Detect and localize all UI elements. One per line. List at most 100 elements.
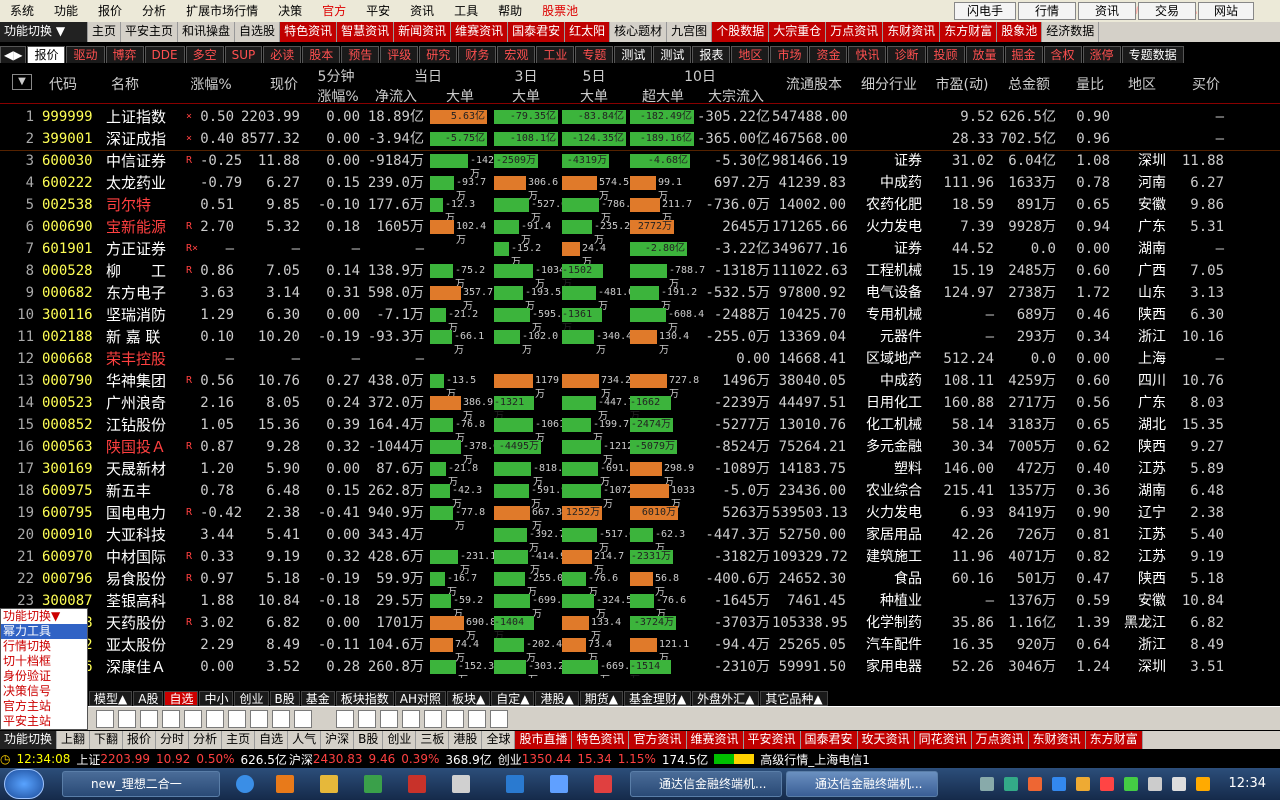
stock-code[interactable]: 600222 <box>42 172 102 194</box>
stock-name[interactable]: 上证指数 <box>106 106 176 128</box>
table-row[interactable]: 22 000796 易食股份 R 0.97 5.18 -0.19 59.9万 -16.7万 -25… <box>0 568 1280 598</box>
flash-trade-button[interactable]: 闪电手 <box>954 2 1016 20</box>
header-5min[interactable]: 5分钟 <box>310 66 362 86</box>
menu-item-6[interactable]: 官方 <box>312 0 356 22</box>
stock-code[interactable]: 999999 <box>42 106 102 128</box>
stock-code[interactable]: 399001 <box>42 128 102 150</box>
stock-name[interactable]: 柳 工 <box>106 260 176 282</box>
app-icon-6[interactable] <box>594 775 612 793</box>
bottom-toolbar-25[interactable]: 东方财富 <box>1085 731 1143 749</box>
stock-code[interactable]: 600030 <box>42 150 102 172</box>
tab-14[interactable]: 专题 <box>575 46 614 63</box>
bottom-toolbar-19[interactable]: 平安资讯 <box>743 731 801 749</box>
market-tab-6[interactable]: 基金 <box>300 690 335 706</box>
stock-code[interactable]: 000852 <box>42 414 102 436</box>
tray-icon-4[interactable] <box>1076 777 1090 791</box>
stock-code[interactable]: 600970 <box>42 546 102 568</box>
taskbar-item-tdx-2[interactable]: 通达信金融终端机... <box>786 771 938 797</box>
header-5day[interactable]: 5日 <box>562 66 626 86</box>
tray-icon-6[interactable] <box>1124 777 1138 791</box>
tab-26[interactable]: 含权 <box>1043 46 1082 63</box>
tab-28[interactable]: 专题数据 <box>1121 46 1184 63</box>
menu-item-9[interactable]: 工具 <box>444 0 488 22</box>
toolbar-link-17[interactable]: 股象池 <box>997 22 1043 42</box>
tab-20[interactable]: 资金 <box>809 46 848 63</box>
stock-name[interactable]: 中信证券 <box>106 150 176 172</box>
stock-code[interactable]: 000910 <box>42 524 102 546</box>
bottom-toolbar-10[interactable]: B股 <box>354 731 384 749</box>
taskbar-item-folder[interactable]: new_理想二合一 <box>62 771 220 797</box>
toolbar-link-14[interactable]: 万点资讯 <box>826 22 884 42</box>
toolbar-link-12[interactable]: 个股数据 <box>712 22 770 42</box>
system-clock[interactable]: 12:34 <box>1229 768 1266 800</box>
header-code[interactable]: 代码 <box>40 74 86 94</box>
stock-name[interactable]: 荃银高科 <box>106 590 176 612</box>
stock-name[interactable]: 天晟新材 <box>106 458 176 480</box>
start-button-icon[interactable] <box>4 769 44 799</box>
toolbar-icon-5[interactable] <box>206 710 224 728</box>
bottom-toolbar-23[interactable]: 万点资讯 <box>971 731 1029 749</box>
header-today[interactable]: 当日 <box>366 66 490 86</box>
table-row[interactable]: 17 300169 天晟新材 1.20 5.90 0.00 87.6万 -21.8万 -818.… <box>0 458 1280 488</box>
toolbar-link-6[interactable]: 新闻资讯 <box>394 22 452 42</box>
table-row[interactable]: 10 300116 坚瑞消防 1.29 6.30 0.00 -7.1万 -21.2万 -595.… <box>0 304 1280 334</box>
stock-name[interactable]: 方正证券 <box>106 238 176 260</box>
toolbar-link-3[interactable]: 自选股 <box>235 22 281 42</box>
stock-name[interactable]: 坚瑞消防 <box>106 304 176 326</box>
market-tab-3[interactable]: 中小 <box>199 690 234 706</box>
tab-0[interactable]: 报价 <box>27 46 66 63</box>
toolbar-icon-7[interactable] <box>250 710 268 728</box>
stock-name[interactable]: 陕国投Ａ <box>106 436 176 458</box>
tab-3[interactable]: DDE <box>144 46 185 63</box>
stock-code[interactable]: 300169 <box>42 458 102 480</box>
popup-item-2[interactable]: 行情切换 <box>1 639 87 654</box>
bottom-toolbar-15[interactable]: 股市直播 <box>515 731 573 749</box>
news-button[interactable]: 资讯 <box>1078 2 1136 20</box>
tab-22[interactable]: 诊断 <box>887 46 926 63</box>
menu-item-10[interactable]: 帮助 <box>488 0 532 22</box>
table-row[interactable]: 19 600795 国电电力 R -0.42 2.38 -0.41 940.9万 -77.8万 6… <box>0 502 1280 532</box>
table-row[interactable]: 1 999999 上证指数 × 0.50 2203.99 0.00 18.89亿 5.63亿 -7… <box>0 106 1280 128</box>
popup-item-3[interactable]: 切十档框 <box>1 654 87 669</box>
stock-code[interactable]: 000690 <box>42 216 102 238</box>
market-tab-9[interactable]: 板块▲ <box>447 690 491 706</box>
toolbar-link-8[interactable]: 国泰君安 <box>508 22 566 42</box>
stock-code[interactable]: 000563 <box>42 436 102 458</box>
tab-21[interactable]: 快讯 <box>848 46 887 63</box>
market-tab-5[interactable]: B股 <box>269 690 300 706</box>
toolbar-link-18[interactable]: 经济数据 <box>1042 22 1100 42</box>
stock-code[interactable]: 600975 <box>42 480 102 502</box>
header-3day[interactable]: 3日 <box>494 66 558 86</box>
stock-name[interactable]: 司尔特 <box>106 194 176 216</box>
header-volume-ratio[interactable]: 量比 <box>1068 74 1112 94</box>
market-tab-1[interactable]: A股 <box>133 690 164 706</box>
tray-icon-3[interactable] <box>1052 777 1066 791</box>
table-row[interactable]: 9 000682 东方电子 3.63 3.14 0.31 598.0万 357.7万 -193.… <box>0 282 1280 312</box>
stock-name[interactable]: 广州浪奇 <box>106 392 176 414</box>
toolbar-icon-8[interactable] <box>272 710 290 728</box>
bottom-toolbar-14[interactable]: 全球 <box>482 731 516 749</box>
stock-code[interactable]: 601901 <box>42 238 102 260</box>
bottom-toolbar-12[interactable]: 三板 <box>416 731 450 749</box>
column-settings-icon[interactable]: ▼ <box>12 74 32 90</box>
tray-icon-5[interactable] <box>1100 777 1114 791</box>
stock-code[interactable]: 000790 <box>42 370 102 392</box>
table-row[interactable]: 25600742亚太股份2.298.49-0.11104.6万74.4万-202… <box>0 634 1280 664</box>
header-10day[interactable]: 10日 <box>630 66 770 86</box>
toolbar-link-5[interactable]: 智慧资讯 <box>337 22 395 42</box>
tab-11[interactable]: 财务 <box>458 46 497 63</box>
bottom-toolbar-20[interactable]: 国泰君安 <box>800 731 858 749</box>
stock-code[interactable]: 600795 <box>42 502 102 524</box>
popup-item-6[interactable]: 官方主站 <box>1 699 87 714</box>
toolbar-link-0[interactable]: 主页 <box>88 22 122 42</box>
toolbar-link-9[interactable]: 红太阳 <box>565 22 611 42</box>
header-10day-super[interactable]: 超大单 <box>630 86 696 106</box>
cy-index-value[interactable]: 1350.44 <box>522 752 572 766</box>
stock-code[interactable]: 000796 <box>42 568 102 590</box>
header-float-shares[interactable]: 流通股本 <box>776 74 852 94</box>
toolbar-icon-16[interactable] <box>468 710 486 728</box>
bottom-toolbar-1[interactable]: 上翻 <box>57 731 91 749</box>
tab-25[interactable]: 掘金 <box>1004 46 1043 63</box>
table-row[interactable]: 13 000790 华神集团 R 0.56 10.76 0.27 438.0万 -13.5万 11… <box>0 370 1280 400</box>
stock-code[interactable]: 000523 <box>42 392 102 414</box>
